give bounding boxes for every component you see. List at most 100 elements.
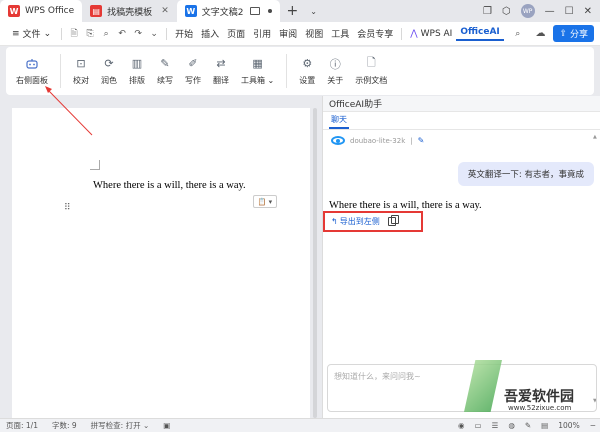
status-bar: 页面: 1/1 字数: 9 拼写检查: 打开 ⌄ ▣ ◉ ▭ ☰ ◍ ✎ ▤ 1… <box>0 418 600 432</box>
word-count[interactable]: 字数: 9 <box>52 420 77 431</box>
menu-references[interactable]: 引用 <box>249 27 275 40</box>
edit-mode-icon[interactable]: ✎ <box>525 421 531 430</box>
chevron-down-icon[interactable]: ⌄ <box>146 29 162 39</box>
chevron-down-icon: ⌄ <box>43 28 52 39</box>
divider <box>60 54 61 88</box>
avatar[interactable]: WP <box>520 4 535 18</box>
polish-button[interactable]: ⟳ 润色 <box>95 49 123 93</box>
settings-icon: ⚙ <box>302 57 313 70</box>
page-count[interactable]: 页面: 1/1 <box>6 420 38 431</box>
edit-icon[interactable]: ✎ <box>418 136 425 145</box>
write-button[interactable]: ✐ 写作 <box>179 49 207 93</box>
list-view-icon[interactable]: ☰ <box>492 421 499 430</box>
document-text[interactable]: Where there is a will, there is a way. <box>93 180 246 191</box>
write-icon: ✐ <box>188 57 198 70</box>
ai-eye-icon <box>331 136 345 145</box>
document-scrollbar[interactable] <box>312 108 318 418</box>
right-panel-button[interactable]: 右侧面板 <box>10 49 54 93</box>
undo-icon[interactable]: ↶ <box>114 29 130 39</box>
copy-format-icon[interactable]: ⎘ <box>82 29 98 39</box>
export-icon: ↰ <box>331 217 338 226</box>
web-view-icon[interactable]: ◍ <box>508 421 515 430</box>
menu-tools[interactable]: 工具 <box>327 27 353 40</box>
toolbox-label: 工具箱 <box>241 75 265 85</box>
write-label: 写作 <box>185 75 201 85</box>
drag-handle-icon[interactable]: ⠿ <box>64 204 71 213</box>
maximize-icon[interactable]: ☐ <box>565 6 574 17</box>
model-suffix: | <box>410 136 413 145</box>
tab-wps-office[interactable]: W WPS Office <box>0 0 83 22</box>
document-page[interactable]: Where there is a will, there is a way. 📋… <box>12 108 310 418</box>
monitor-icon[interactable] <box>250 7 261 15</box>
about-button[interactable]: ⓘ 关于 <box>321 49 349 93</box>
tab-template[interactable]: ▤ 找稿壳模板 ✕ <box>82 0 177 22</box>
redo-icon[interactable]: ↷ <box>130 29 146 39</box>
new-tab-button[interactable]: + <box>280 0 304 22</box>
panel-title: OfficeAI助手 <box>323 96 600 112</box>
eye-protect-icon[interactable]: ◉ <box>458 421 465 430</box>
tab-chat[interactable]: 聊天 <box>329 114 349 129</box>
menu-wps-ai[interactable]: ⋀ WPS AI <box>406 29 456 39</box>
paste-options-button[interactable]: 📋 ▾ <box>253 195 277 208</box>
status-bar-right: ◉ ▭ ☰ ◍ ✎ ▤ 100% − <box>458 421 600 430</box>
wps-logo-icon: W <box>8 5 20 17</box>
menu-right: ☁ ⇪ 分享 <box>535 25 600 42</box>
save-icon[interactable]: 🗎 <box>66 26 82 42</box>
sample-doc-button[interactable]: 🗋 示例文档 <box>349 49 393 93</box>
close-icon[interactable]: ✕ <box>161 6 169 16</box>
spellcheck-status[interactable]: 拼写检查: 打开 ⌄ <box>91 420 150 431</box>
zoom-level[interactable]: 100% <box>558 421 579 430</box>
spellcheck-label: 拼写检查: 打开 <box>90 421 141 430</box>
scrollbar-thumb[interactable] <box>313 108 317 418</box>
layout-label: 排版 <box>129 75 145 85</box>
word-doc-icon: W <box>184 5 197 17</box>
menu-bar: ≡ 文件 ⌄ 🗎 ⎘ ⌕ ↶ ↷ ⌄ 开始 插入 页面 引用 审阅 视图 工具 … <box>0 22 600 46</box>
restore-window-icon[interactable]: ❐ <box>483 6 492 17</box>
settings-button[interactable]: ⚙ 设置 <box>293 49 321 93</box>
model-name[interactable]: doubao-lite-32k <box>350 137 405 145</box>
sample-doc-icon: 🗋 <box>366 56 376 69</box>
file-menu[interactable]: ≡ 文件 ⌄ <box>6 27 57 41</box>
cloud-sync-icon[interactable]: ☁ <box>535 28 545 39</box>
zoom-out-icon[interactable]: − <box>590 421 596 430</box>
tab-document[interactable]: W 文字文稿2 <box>176 0 281 22</box>
format-painter-icon[interactable]: ⌕ <box>98 29 114 39</box>
translate-button[interactable]: ⇄ 翻译 <box>207 49 235 93</box>
export-label: 导出到左侧 <box>339 217 380 226</box>
layout-icon: ▥ <box>131 57 143 70</box>
proofread-button[interactable]: ⊡ 校对 <box>67 49 95 93</box>
menu-member[interactable]: 会员专享 <box>353 27 397 40</box>
user-message: 英文翻译一下: 有志者，事竟成 <box>457 162 594 186</box>
polish-label: 润色 <box>101 75 117 85</box>
close-window-icon[interactable]: ✕ <box>584 6 592 17</box>
search-icon[interactable]: ⌕ <box>510 29 526 39</box>
export-to-left-button[interactable]: ↰ 导出到左侧 <box>331 216 380 227</box>
chevron-down-icon: ▾ <box>268 197 273 206</box>
tab-label: 文字文稿2 <box>201 7 244 18</box>
menu-officeai[interactable]: OfficeAI <box>456 27 504 41</box>
continue-write-button[interactable]: ✎ 续写 <box>151 49 179 93</box>
menu-wps-ai-label: WPS AI <box>420 28 453 39</box>
continue-write-label: 续写 <box>157 75 173 85</box>
doc-check-icon[interactable]: ▣ <box>163 421 170 430</box>
chevron-down-icon[interactable]: ⌄ <box>304 0 323 22</box>
info-icon: ⓘ <box>329 57 341 71</box>
share-button[interactable]: ⇪ 分享 <box>553 25 594 42</box>
page-view-icon[interactable]: ▭ <box>474 421 481 430</box>
unsaved-dot-icon <box>268 9 273 13</box>
menu-insert[interactable]: 插入 <box>197 27 223 40</box>
cube-icon[interactable]: ⬡ <box>502 6 511 17</box>
minimize-icon[interactable]: — <box>545 6 555 17</box>
toolbox-button[interactable]: ▦ 工具箱 ⌄ <box>235 49 280 93</box>
clipboard-icon: 📋 <box>257 197 267 206</box>
menu-view[interactable]: 视图 <box>301 27 327 40</box>
menu-page[interactable]: 页面 <box>223 27 249 40</box>
scroll-up-icon[interactable]: ▲ <box>593 134 597 140</box>
watermark: 吾爱软件园 www.52zixue.com <box>464 360 594 416</box>
menu-review[interactable]: 审阅 <box>275 27 301 40</box>
copy-icon[interactable] <box>387 215 399 226</box>
menu-home[interactable]: 开始 <box>171 27 197 40</box>
panel-tabs: 聊天 <box>323 112 600 130</box>
read-mode-icon[interactable]: ▤ <box>541 421 548 430</box>
layout-button[interactable]: ▥ 排版 <box>123 49 151 93</box>
